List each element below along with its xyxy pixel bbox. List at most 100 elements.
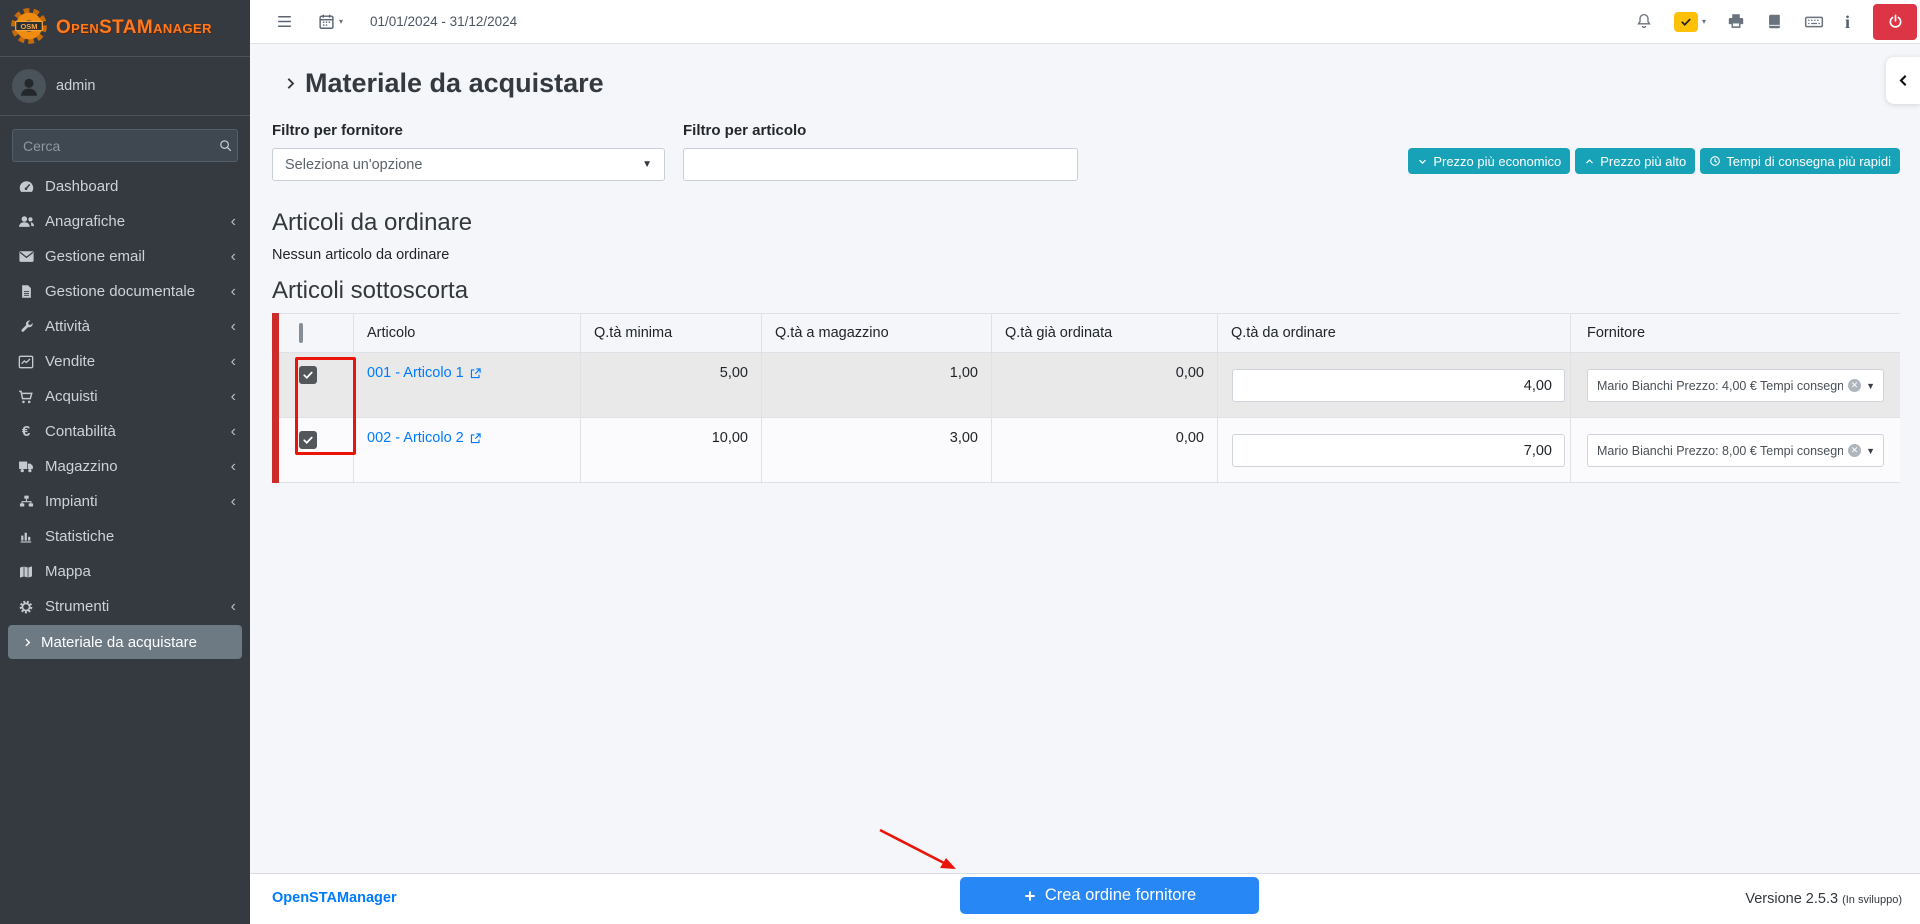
users-icon — [14, 213, 38, 230]
caret-down-icon: ▼ — [1866, 446, 1875, 456]
chevron-left-icon: ‹ — [231, 319, 236, 335]
fornitore-filter: Filtro per fornitore Seleziona un'opzion… — [272, 122, 665, 181]
qta-minima-value: 10,00 — [581, 418, 762, 482]
sidebar-item-gestione-email[interactable]: Gestione email ‹ — [0, 239, 250, 274]
tempi-consegna-button[interactable]: Tempi di consegna più rapidi — [1700, 148, 1900, 174]
empty-list-text: Nessun articolo da ordinare — [272, 247, 449, 263]
chevron-left-icon — [1896, 73, 1911, 88]
search-button[interactable] — [214, 129, 238, 162]
brand[interactable]: OSM OpenSTAManager — [0, 0, 250, 57]
sidebar: OSM OpenSTAManager admin Dashboard Anagr… — [0, 0, 250, 924]
external-link-icon — [469, 367, 482, 380]
gear-icon — [14, 599, 38, 615]
caret-down-icon: ▼ — [642, 159, 652, 170]
caret-down-icon: ▼ — [1866, 381, 1875, 391]
euro-icon: € — [14, 423, 38, 440]
sidebar-item-statistiche[interactable]: Statistiche — [0, 519, 250, 554]
sort-buttons: Prezzo più economico Prezzo più alto Tem… — [1408, 148, 1900, 174]
sidebar-item-materiale-da-acquistare[interactable]: Materiale da acquistare — [8, 625, 242, 659]
chevron-left-icon: ‹ — [231, 249, 236, 265]
print-icon[interactable] — [1727, 12, 1745, 30]
fornitore-select[interactable]: Mario Bianchi Prezzo: 4,00 € Tempi conse… — [1587, 369, 1884, 402]
articolo-filter: Filtro per articolo — [683, 122, 1078, 181]
fornitore-select[interactable]: Mario Bianchi Prezzo: 8,00 € Tempi conse… — [1587, 434, 1884, 467]
openstamanager-window: OSM OpenSTAManager admin Dashboard Anagr… — [0, 0, 1920, 924]
topbar-right: ▾ i — [1635, 4, 1920, 40]
articolo-link[interactable]: 001 - Articolo 1 — [367, 365, 482, 381]
crea-ordine-fornitore-button[interactable]: Crea ordine fornitore — [960, 877, 1259, 914]
search-input[interactable] — [12, 129, 214, 162]
qta-da-ordinare-input[interactable] — [1232, 434, 1565, 467]
qta-da-ordinare-input[interactable] — [1232, 369, 1565, 402]
qta-ordinata-value: 0,00 — [992, 353, 1218, 417]
sidebar-item-mappa[interactable]: Mappa — [0, 554, 250, 589]
truck-icon — [14, 458, 38, 475]
articolo-filter-label: Filtro per articolo — [683, 122, 1078, 139]
calendar-dropdown[interactable]: ▾ — [318, 13, 343, 31]
chevron-left-icon: ‹ — [231, 424, 236, 440]
avatar — [12, 69, 46, 103]
annotation-arrow — [868, 818, 978, 880]
sidebar-item-attivita[interactable]: Attività ‹ — [0, 309, 250, 344]
user-panel[interactable]: admin — [0, 57, 250, 116]
sidebar-item-gestione-documentale[interactable]: Gestione documentale ‹ — [0, 274, 250, 309]
check-icon — [1674, 12, 1698, 32]
brand-name: OpenSTAManager — [56, 17, 212, 39]
hamburger-icon[interactable] — [275, 12, 294, 31]
select-all-checkbox[interactable] — [299, 323, 303, 343]
table-red-bar — [272, 313, 279, 483]
topbar: ▾ 01/01/2024 - 31/12/2024 ▾ i — [250, 0, 1920, 44]
svg-text:OSM: OSM — [20, 21, 37, 30]
column-header: Q.tà già ordinata — [992, 314, 1218, 352]
sidebar-item-vendite[interactable]: Vendite ‹ — [0, 344, 250, 379]
footer-brand-link[interactable]: OpenSTAManager — [272, 890, 397, 906]
tasks-dropdown[interactable]: ▾ — [1674, 12, 1706, 32]
sidebar-item-acquisti[interactable]: Acquisti ‹ — [0, 379, 250, 414]
sidebar-nav: Dashboard Anagrafiche ‹ Gestione email ‹… — [0, 169, 250, 659]
map-icon — [14, 564, 38, 580]
prezzo-economico-button[interactable]: Prezzo più economico — [1408, 148, 1570, 174]
bell-icon[interactable] — [1635, 12, 1653, 30]
chevron-down-icon — [1417, 156, 1428, 167]
chevron-left-icon: ‹ — [231, 354, 236, 370]
column-header: Fornitore — [1571, 314, 1893, 352]
page-title: Materiale da acquistare — [283, 68, 604, 99]
sidebar-item-dashboard[interactable]: Dashboard — [0, 169, 250, 204]
logout-power-button[interactable] — [1873, 4, 1917, 40]
table-row: 002 - Articolo 2 10,00 3,00 0,00 Mario B… — [279, 418, 1900, 483]
cart-icon — [14, 389, 38, 405]
keyboard-icon[interactable] — [1804, 12, 1824, 32]
column-header: Q.tà da ordinare — [1218, 314, 1571, 352]
search-icon — [218, 138, 233, 154]
articoli-da-ordinare-title: Articoli da ordinare — [272, 209, 472, 237]
panel-collapse-tab[interactable] — [1886, 57, 1920, 104]
sidebar-item-contabilita[interactable]: € Contabilità ‹ — [0, 414, 250, 449]
fornitore-filter-select[interactable]: Seleziona un'opzione ▼ — [272, 148, 665, 181]
chevron-left-icon: ‹ — [231, 494, 236, 510]
articolo-filter-input[interactable] — [683, 148, 1078, 181]
table-header-row: Articolo Q.tà minima Q.tà a magazzino Q.… — [279, 313, 1900, 353]
articolo-link[interactable]: 002 - Articolo 2 — [367, 430, 482, 446]
info-icon[interactable]: i — [1845, 13, 1850, 31]
articoli-sottoscorta-table: Articolo Q.tà minima Q.tà a magazzino Q.… — [272, 313, 1900, 483]
caret-down-icon: ▾ — [1702, 17, 1706, 26]
clear-icon[interactable]: ✕ — [1848, 379, 1861, 392]
qta-magazzino-value: 3,00 — [762, 418, 992, 482]
sidebar-item-strumenti[interactable]: Strumenti ‹ — [0, 589, 250, 624]
qta-magazzino-value: 1,00 — [762, 353, 992, 417]
sidebar-item-impianti[interactable]: Impianti ‹ — [0, 484, 250, 519]
chevron-left-icon: ‹ — [231, 284, 236, 300]
chevron-left-icon: ‹ — [231, 459, 236, 475]
sidebar-item-anagrafiche[interactable]: Anagrafiche ‹ — [0, 204, 250, 239]
sidebar-item-magazzino[interactable]: Magazzino ‹ — [0, 449, 250, 484]
column-header: Q.tà minima — [581, 314, 762, 352]
sitemap-icon — [14, 494, 38, 509]
table-row: 001 - Articolo 1 5,00 1,00 0,00 Mario Bi… — [279, 353, 1900, 418]
column-header: Articolo — [354, 314, 581, 352]
book-icon[interactable] — [1766, 13, 1783, 31]
file-icon — [14, 284, 38, 299]
clear-icon[interactable]: ✕ — [1848, 444, 1861, 457]
column-header: Q.tà a magazzino — [762, 314, 992, 352]
prezzo-alto-button[interactable]: Prezzo più alto — [1575, 148, 1695, 174]
wrench-icon — [14, 319, 38, 334]
